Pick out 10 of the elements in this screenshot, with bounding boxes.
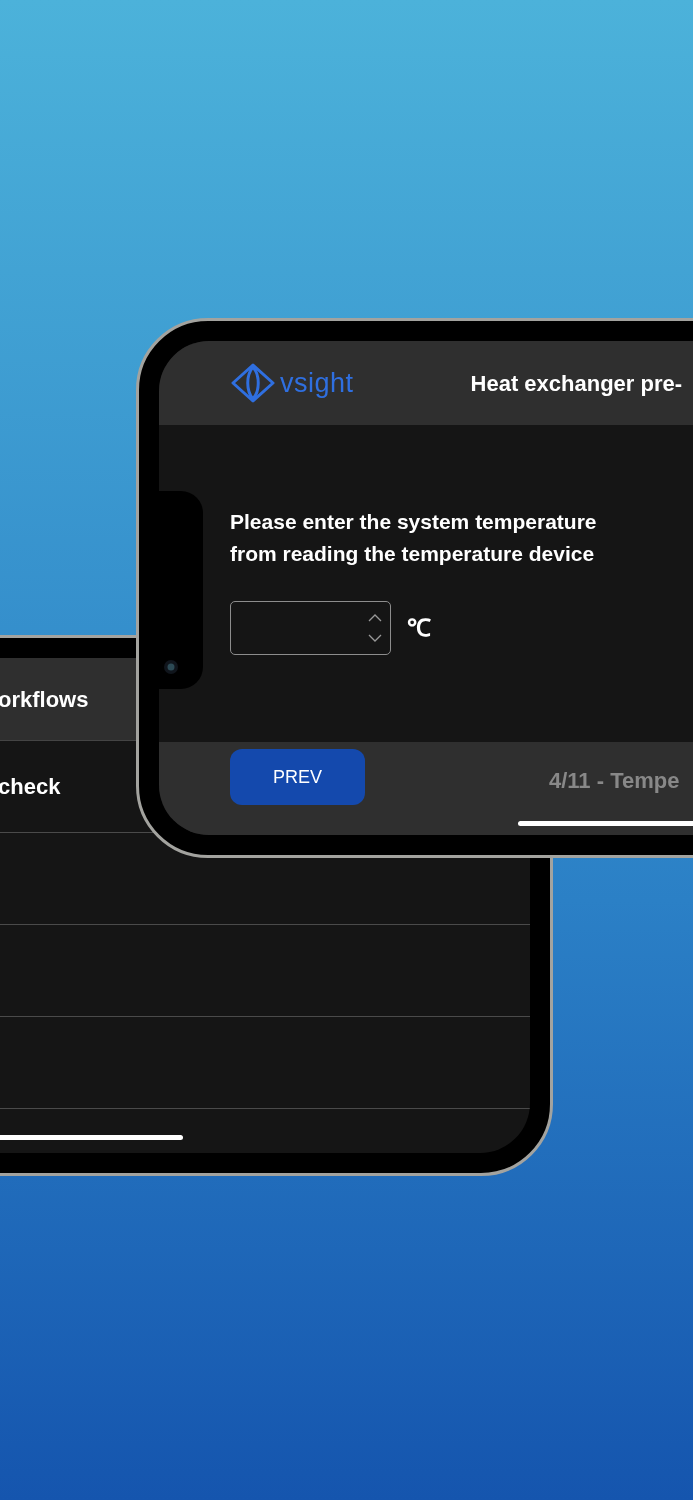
- input-field[interactable]: [230, 601, 391, 655]
- prev-button[interactable]: PREV: [230, 749, 365, 805]
- camera-icon: [163, 659, 179, 675]
- logo-text: vsight: [280, 366, 354, 400]
- spinner-icon[interactable]: [368, 613, 382, 643]
- question-text: Please enter the system temperature from reading the temperature device: [230, 509, 598, 567]
- unit-label: ℃: [407, 613, 431, 643]
- logo-icon: [230, 363, 276, 403]
- header-title: Heat exchanger pre-: [470, 369, 683, 398]
- step-label: 4/11 - Tempe: [549, 767, 680, 795]
